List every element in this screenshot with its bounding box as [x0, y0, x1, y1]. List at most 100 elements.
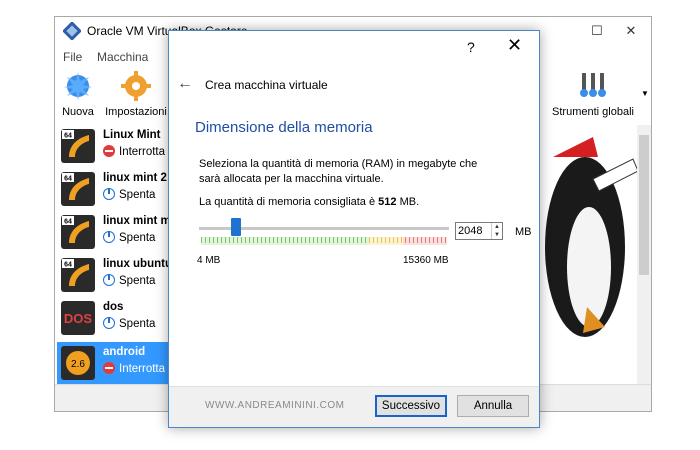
vm-name: android — [103, 346, 146, 358]
slider-tick — [377, 237, 378, 243]
dos-vm-icon: DOS — [61, 301, 95, 335]
slider-tick — [341, 237, 342, 243]
recommended-memory-value: 512 — [378, 196, 397, 208]
vm-status: Spenta — [103, 231, 155, 244]
slider-tick — [201, 237, 202, 243]
slider-tick — [401, 237, 402, 243]
maximize-icon[interactable]: ☐ — [583, 21, 611, 41]
menu-machine[interactable]: Macchina — [97, 50, 148, 64]
slider-tick — [213, 237, 214, 243]
slider-tick — [413, 237, 414, 243]
spin-down-icon[interactable]: ▼ — [494, 232, 500, 238]
slider-tick — [257, 237, 258, 243]
global-tools-dropdown-icon[interactable]: ▼ — [641, 89, 649, 98]
slider-tick — [397, 237, 398, 243]
vm-status: Interrotta — [103, 145, 165, 158]
slider-tick — [437, 237, 438, 243]
vm-name: Linux Mint — [103, 129, 161, 141]
spin-arrows[interactable]: ▲ ▼ — [491, 223, 502, 239]
slider-tick — [365, 237, 366, 243]
slider-tick — [353, 237, 354, 243]
powered-off-icon — [103, 231, 115, 243]
close-icon[interactable]: ✕ — [507, 35, 522, 56]
slider-tick — [217, 237, 218, 243]
vm-list-item[interactable]: 64 linux mint 2 Spenta — [57, 168, 171, 210]
slider-tick — [369, 237, 370, 243]
vm-name: linux ubuntu — [103, 258, 172, 270]
cancel-button[interactable]: Annulla — [457, 395, 529, 417]
slider-tick — [373, 237, 374, 243]
slider-tick — [225, 237, 226, 243]
vm-status: Interrotta — [103, 362, 165, 375]
slider-tick — [245, 237, 246, 243]
linux-vm-icon: 64 — [61, 129, 95, 163]
vm-list-item[interactable]: 64 linux ubuntu Spenta — [57, 254, 172, 296]
slider-tick — [421, 237, 422, 243]
svg-text:64: 64 — [64, 133, 72, 140]
android-vm-icon: 2.6 — [61, 346, 95, 380]
slider-tick — [417, 237, 418, 243]
slider-tick — [441, 237, 442, 243]
back-arrow-icon[interactable]: ← — [177, 75, 193, 93]
svg-text:2.6: 2.6 — [71, 359, 85, 370]
slider-tick — [209, 237, 210, 243]
range-max-label: 15360 MB — [403, 255, 449, 266]
virtualbox-app-icon — [63, 22, 81, 40]
global-tools-label: Strumenti globali — [552, 106, 634, 118]
help-icon[interactable]: ? — [467, 39, 475, 55]
slider-tick — [277, 237, 278, 243]
vm-list-item-selected[interactable]: 2.6 android Interrotta — [57, 342, 171, 384]
new-label: Nuova — [62, 106, 94, 118]
dialog-footer: WWW.ANDREAMININI.COM Successivo Annulla — [169, 386, 539, 427]
slider-tick — [309, 237, 310, 243]
slider-tick — [313, 237, 314, 243]
linux-vm-icon: 64 — [61, 258, 95, 292]
menu-file[interactable]: File — [63, 50, 82, 64]
penguin-mascot-image — [545, 137, 639, 337]
linux-vm-icon: 64 — [61, 215, 95, 249]
close-main-icon[interactable]: ✕ — [617, 21, 645, 41]
slider-tick — [385, 237, 386, 243]
vm-list: 64 Linux Mint Interrotta 64 linux mint 2… — [57, 125, 172, 387]
powered-off-icon — [103, 317, 115, 329]
scrollbar-thumb[interactable] — [639, 135, 649, 275]
spin-up-icon[interactable]: ▲ — [494, 224, 500, 230]
slider-tick — [293, 237, 294, 243]
vm-list-item[interactable]: 64 Linux Mint Interrotta — [57, 125, 171, 167]
slider-tick — [221, 237, 222, 243]
svg-text:64: 64 — [64, 262, 72, 269]
vm-name: dos — [103, 301, 124, 313]
vm-name: linux mint m — [103, 215, 171, 227]
dialog-heading: Crea macchina virtuale — [205, 78, 328, 92]
vm-status: Spenta — [103, 274, 155, 287]
slider-handle[interactable] — [231, 218, 241, 236]
slider-tick — [273, 237, 274, 243]
memory-slider[interactable] — [199, 217, 449, 247]
slider-tick — [241, 237, 242, 243]
powered-off-icon — [103, 188, 115, 200]
slider-tick — [357, 237, 358, 243]
range-min-label: 4 MB — [197, 255, 221, 266]
slider-tick — [321, 237, 322, 243]
new-vm-button[interactable]: Nuova — [61, 71, 95, 118]
memory-spinbox[interactable]: 2048 ▲ ▼ — [455, 222, 503, 240]
memory-unit: MB — [515, 226, 532, 238]
vm-list-item[interactable]: 64 linux mint m Spenta — [57, 211, 171, 253]
slider-tick — [253, 237, 254, 243]
settings-button[interactable]: Impostazioni — [105, 71, 167, 118]
vm-list-scrollbar[interactable] — [637, 125, 651, 385]
svg-text:DOS: DOS — [64, 311, 93, 326]
svg-text:64: 64 — [64, 176, 72, 183]
slider-tick — [405, 237, 406, 243]
stopped-icon — [103, 145, 115, 157]
slider-tick — [345, 237, 346, 243]
vm-list-item[interactable]: DOS dos Spenta — [57, 297, 171, 339]
slider-tick — [425, 237, 426, 243]
slider-tick — [297, 237, 298, 243]
slider-tick — [205, 237, 206, 243]
next-button[interactable]: Successivo — [375, 395, 447, 417]
settings-label: Impostazioni — [105, 106, 167, 118]
slider-tick — [285, 237, 286, 243]
global-tools-button[interactable]: Strumenti globali — [551, 71, 635, 118]
slider-tick — [265, 237, 266, 243]
